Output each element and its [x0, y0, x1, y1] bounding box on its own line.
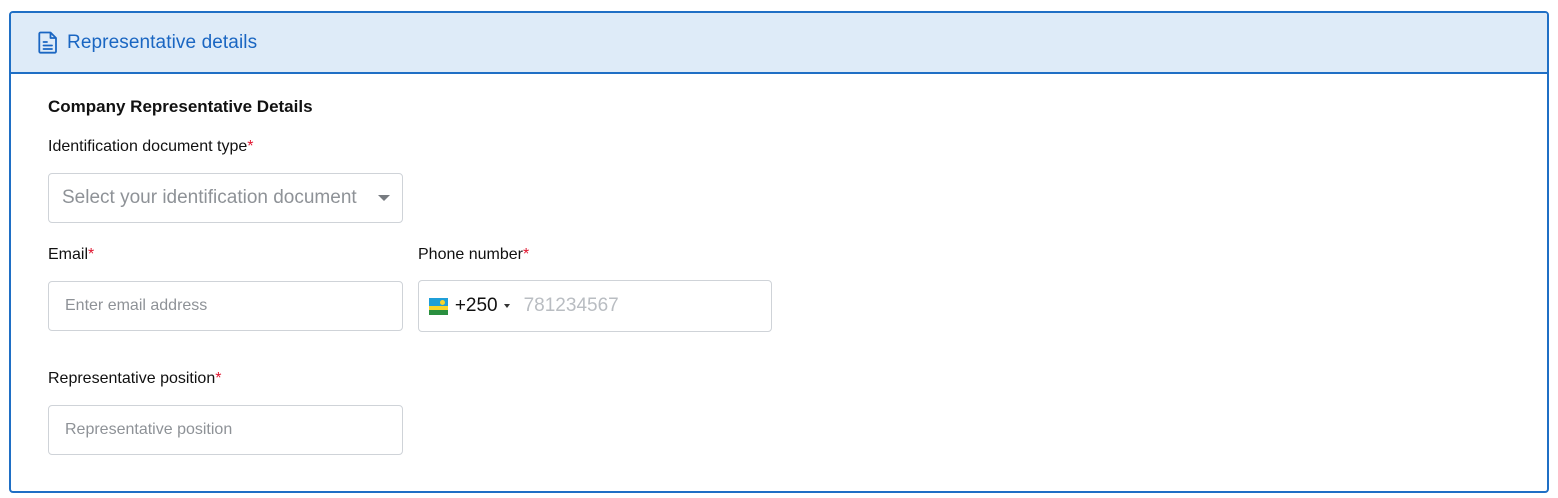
id-doc-type-label-text: Identification document type — [48, 138, 248, 155]
phone-label-text: Phone number — [418, 246, 523, 263]
dial-code[interactable]: +250 — [455, 295, 498, 317]
required-mark: * — [522, 246, 530, 263]
rwanda-flag-icon[interactable] — [429, 297, 448, 315]
representative-details-card: Representative details Company Represent… — [9, 11, 1549, 493]
country-caret-icon[interactable] — [503, 304, 510, 308]
email-label-text: Email — [48, 246, 89, 263]
email-field[interactable] — [49, 297, 402, 315]
document-icon — [37, 31, 59, 55]
required-mark: * — [247, 138, 254, 155]
card-header: Representative details — [11, 13, 1547, 74]
phone-field-wrapper: +250 — [418, 280, 772, 332]
id-doc-type-select[interactable]: Select your identification document — [48, 173, 403, 223]
email-field-wrapper — [48, 281, 403, 331]
position-field-wrapper — [48, 405, 403, 455]
id-doc-type-placeholder: Select your identification document — [62, 187, 357, 208]
section-title: Company Representative Details — [48, 97, 313, 116]
position-label-text: Representative position — [48, 370, 216, 387]
email-label: Email* — [48, 246, 94, 264]
phone-label: Phone number* — [418, 246, 529, 264]
chevron-down-icon[interactable] — [378, 195, 390, 201]
position-label: Representative position* — [48, 370, 221, 388]
phone-number-input[interactable] — [523, 295, 771, 317]
required-mark: * — [88, 246, 95, 263]
id-doc-type-label: Identification document type* — [48, 138, 253, 156]
position-input[interactable] — [49, 421, 402, 439]
card-title: Representative details — [67, 31, 258, 53]
required-mark: * — [215, 370, 222, 387]
